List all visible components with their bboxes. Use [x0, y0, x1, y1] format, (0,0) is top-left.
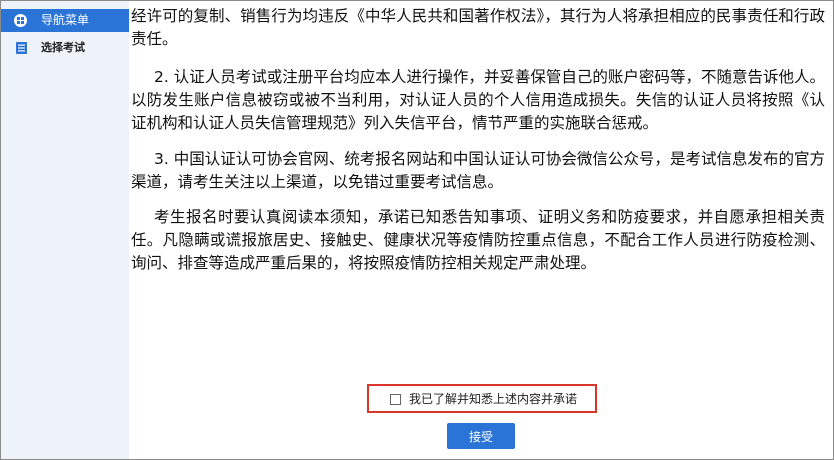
- notice-paragraph: 3. 中国认证认可协会官网、统考报名网站和中国认证认可协会微信公众号，是考试信息…: [131, 150, 825, 191]
- sidebar-item-label: 选择考试: [41, 41, 85, 54]
- sidebar-item-select-exam[interactable]: 选择考试: [1, 38, 129, 58]
- agree-checkbox-label[interactable]: 我已了解并知悉上述内容并承诺: [409, 392, 577, 406]
- app-window: 导航菜单 选择考试 经许可的复制、销售行为均违反《中华人民共和国著作权法》，其行…: [0, 0, 834, 460]
- nav-menu-icon: [14, 14, 27, 27]
- agree-checkbox[interactable]: [390, 394, 401, 405]
- notice-paragraph: 考生报名时要认真阅读本须知，承诺已知悉告知事项、证明义务和防疫要求，并自愿承担相…: [131, 208, 825, 272]
- notice-paragraph: 2. 认证人员考试或注册平台均应本人进行操作，并妥善保管自己的账户密码等，不随意…: [131, 68, 825, 132]
- notice-paragraph: 经许可的复制、销售行为均违反《中华人民共和国著作权法》，其行为人将承担相应的民事…: [131, 7, 825, 48]
- sidebar: 导航菜单 选择考试: [1, 1, 129, 459]
- accept-button[interactable]: 接受: [447, 423, 515, 449]
- nav-menu-label: 导航菜单: [41, 13, 90, 27]
- nav-menu-header[interactable]: 导航菜单: [1, 9, 129, 32]
- list-icon: [16, 42, 27, 54]
- agreement-confirmation: 我已了解并知悉上述内容并承诺: [367, 384, 597, 413]
